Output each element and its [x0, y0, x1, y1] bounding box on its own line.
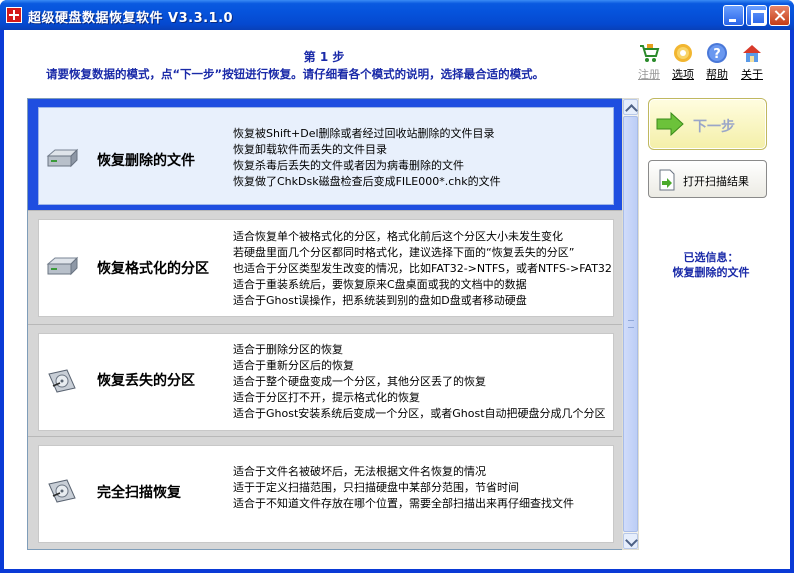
mode-line: 适合于删除分区的恢复: [233, 343, 343, 356]
mode-name: 恢复丢失的分区: [97, 373, 195, 389]
mode-line: 适合于分区打不开，提示格式化的恢复: [233, 391, 420, 404]
app-cross-icon[interactable]: [6, 7, 22, 23]
help-question-icon: ?: [707, 43, 727, 63]
mode-name: 完全扫描恢复: [97, 485, 181, 501]
client-area: 第 1 步 请要恢复数据的模式，点“下一步”按钮进行恢复。请仔细看各个模式的说明…: [4, 30, 790, 569]
mode-card: 恢复格式化的分区 适合恢复单个被格式化的分区，格式化前后这个分区大小未发生变化 …: [38, 219, 614, 317]
document-arrow-icon: [659, 169, 675, 191]
green-arrow-icon: [656, 111, 684, 137]
gear-flower-icon: [674, 44, 692, 62]
window-title: 超级硬盘数据恢复软件 V3.3.1.0: [28, 11, 234, 26]
app-window: 超级硬盘数据恢复软件 V3.3.1.0 第 1 步 请要恢复数据的模式，点“下一…: [0, 0, 794, 573]
mode-item-recover-deleted[interactable]: 恢复删除的文件 恢复被Shift+Del删除或者经过回收站删除的文件目录 恢复卸…: [28, 99, 624, 214]
open-scan-results-label: 打开扫描结果: [683, 175, 749, 188]
mode-list[interactable]: 恢复删除的文件 恢复被Shift+Del删除或者经过回收站删除的文件目录 恢复卸…: [27, 98, 639, 550]
mode-line: 若硬盘里面几个分区都同时格式化，建议选择下面的“恢复丢失的分区”: [233, 246, 575, 259]
mode-name: 恢复删除的文件: [97, 153, 195, 169]
help-label: 帮助: [706, 68, 728, 81]
step-title: 第 1 步: [303, 50, 345, 64]
mode-line: 适合于重装系统后，要恢复原来C盘桌面或我的文档中的数据: [233, 278, 527, 291]
hard-disk-icon: [46, 148, 79, 168]
mode-description: 适合于文件名被破坏后，无法根据文件名恢复的情况 适于于定义扫描范围，只扫描硬盘中…: [233, 464, 574, 512]
mode-line: 适合于Ghost安装系统后变成一个分区，或者Ghost自动把硬盘分成几个分区: [233, 407, 606, 420]
help-link[interactable]: ? 帮助: [702, 42, 732, 82]
shopping-cart-icon: [640, 44, 660, 62]
mode-line: 适合于重新分区后的恢复: [233, 359, 354, 372]
mode-item-recover-lost-partition[interactable]: 恢复丢失的分区 适合于删除分区的恢复 适合于重新分区后的恢复 适合于整个硬盘变成…: [28, 324, 624, 440]
mode-line: 适合于不知道文件存放在哪个位置，需要全部扫描出来再仔细查找文件: [233, 497, 574, 510]
title-bar[interactable]: 超级硬盘数据恢复软件 V3.3.1.0: [0, 0, 794, 30]
selection-value: 恢复删除的文件: [672, 266, 750, 279]
selection-label: 已选信息：: [683, 251, 739, 264]
maximize-button[interactable]: [746, 5, 767, 26]
mode-line: 恢复被Shift+Del删除或者经过回收站删除的文件目录: [233, 127, 495, 140]
mode-line: 适合于文件名被破坏后，无法根据文件名恢复的情况: [233, 465, 486, 478]
mode-card: 完全扫描恢复 适合于文件名被破坏后，无法根据文件名恢复的情况 适于于定义扫描范围…: [38, 445, 614, 543]
hard-disk-icon: [46, 256, 79, 276]
scroll-thumb[interactable]: [623, 116, 638, 532]
mode-line: 适合于Ghost误操作，把系统装到别的盘如D盘或者移动硬盘: [233, 294, 527, 307]
open-scan-results-button[interactable]: 打开扫描结果: [648, 160, 767, 198]
mode-line: 恢复做了ChkDsk磁盘检查后变成FILE000*.chk的文件: [233, 175, 501, 188]
about-link[interactable]: 关于: [737, 42, 767, 82]
open-hard-disk-icon: [48, 369, 76, 393]
mode-card: 恢复删除的文件 恢复被Shift+Del删除或者经过回收站删除的文件目录 恢复卸…: [38, 107, 614, 205]
next-step-label: 下一步: [693, 119, 735, 135]
about-label: 关于: [741, 68, 763, 81]
register-link[interactable]: 注册: [634, 42, 664, 82]
mode-line: 适于于定义扫描范围，只扫描硬盘中某部分范围，节省时间: [233, 481, 519, 494]
mode-card: 恢复丢失的分区 适合于删除分区的恢复 适合于重新分区后的恢复 适合于整个硬盘变成…: [38, 333, 614, 431]
mode-line: 适合恢复单个被格式化的分区，格式化前后这个分区大小未发生变化: [233, 230, 563, 243]
mode-line: 恢复杀毒后丢失的文件或者因为病毒删除的文件: [233, 159, 464, 172]
svg-text:?: ?: [713, 47, 721, 62]
mode-item-recover-formatted[interactable]: 恢复格式化的分区 适合恢复单个被格式化的分区，格式化前后这个分区大小未发生变化 …: [28, 210, 624, 326]
mode-description: 恢复被Shift+Del删除或者经过回收站删除的文件目录 恢复卸载软件而丢失的文…: [233, 126, 501, 190]
options-link[interactable]: 选项: [668, 42, 698, 82]
register-label: 注册: [638, 68, 660, 81]
scroll-up-button[interactable]: [623, 99, 638, 115]
mode-line: 适合于整个硬盘变成一个分区，其他分区丢了的恢复: [233, 375, 486, 388]
next-step-button[interactable]: 下一步: [648, 98, 767, 150]
mode-item-full-scan[interactable]: 完全扫描恢复 适合于文件名被破坏后，无法根据文件名恢复的情况 适于于定义扫描范围…: [28, 436, 624, 549]
scroll-down-button[interactable]: [623, 533, 638, 549]
mode-description: 适合恢复单个被格式化的分区，格式化前后这个分区大小未发生变化 若硬盘里面几个分区…: [233, 229, 612, 309]
mode-name: 恢复格式化的分区: [97, 261, 209, 277]
minimize-button[interactable]: [723, 5, 744, 26]
step-description: 请要恢复数据的模式，点“下一步”按钮进行恢复。请仔细看各个模式的说明，选择最合适…: [46, 67, 545, 81]
mode-line: 恢复卸载软件而丢失的文件目录: [233, 143, 387, 156]
mode-description: 适合于删除分区的恢复 适合于重新分区后的恢复 适合于整个硬盘变成一个分区，其他分…: [233, 342, 606, 422]
close-button[interactable]: [769, 5, 790, 26]
house-icon: [743, 45, 761, 62]
mode-list-scrollbar[interactable]: [622, 98, 639, 550]
open-hard-disk-icon: [48, 479, 76, 503]
mode-line: 也适合于分区类型发生改变的情况，比如FAT32->NTFS，或者NTFS->FA…: [233, 262, 612, 275]
options-label: 选项: [672, 68, 694, 81]
